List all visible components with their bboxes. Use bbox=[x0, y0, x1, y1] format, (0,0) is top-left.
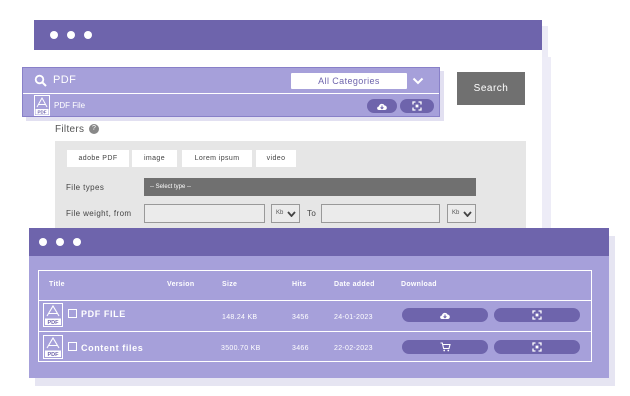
weight-to-input[interactable] bbox=[321, 204, 440, 223]
chevron-down-icon bbox=[463, 211, 472, 217]
row-hits: 3466 bbox=[292, 345, 309, 352]
search-panel: PDF All Categories PDF PDF File bbox=[22, 67, 440, 117]
filter-tag-image[interactable]: image bbox=[132, 150, 177, 167]
files-table: Title Version Size Hits Date added Downl… bbox=[38, 270, 592, 362]
weight-from-unit-select[interactable]: Kb bbox=[271, 204, 300, 223]
header-version: Version bbox=[167, 281, 195, 288]
cloud-download-icon bbox=[440, 312, 450, 319]
header-title: Title bbox=[49, 281, 65, 288]
weight-to-unit-select[interactable]: Kb bbox=[447, 204, 476, 223]
file-row: PDF PDF File bbox=[23, 95, 439, 118]
scan-icon bbox=[532, 342, 542, 352]
search-input[interactable]: PDF bbox=[53, 74, 76, 86]
window-dot[interactable] bbox=[73, 238, 81, 246]
header-download: Download bbox=[401, 281, 437, 288]
window-dot[interactable] bbox=[56, 238, 64, 246]
cloud-download-button[interactable] bbox=[367, 99, 397, 113]
weight-from-input[interactable] bbox=[144, 204, 265, 223]
header-size: Size bbox=[222, 281, 238, 288]
file-types-label: File types bbox=[66, 183, 105, 192]
row-title[interactable]: Content files bbox=[81, 343, 143, 353]
row-size: 148.24 KB bbox=[222, 314, 258, 321]
scan-button[interactable] bbox=[400, 99, 434, 113]
file-weight-to-label: To bbox=[307, 209, 317, 218]
row-date: 24-01-2023 bbox=[334, 314, 373, 321]
row-checkbox[interactable] bbox=[68, 309, 77, 318]
add-to-cart-button[interactable] bbox=[402, 340, 488, 354]
cart-icon bbox=[440, 342, 451, 352]
row-hits: 3456 bbox=[292, 314, 309, 321]
pdf-icon-text: PDF bbox=[38, 110, 47, 115]
back-window-titlebar bbox=[34, 20, 542, 50]
front-window: Title Version Size Hits Date added Downl… bbox=[29, 228, 609, 378]
window-dot[interactable] bbox=[67, 31, 75, 39]
chevron-down-icon bbox=[287, 211, 296, 217]
header-date-added: Date added bbox=[334, 281, 375, 288]
window-controls bbox=[50, 31, 92, 39]
category-select[interactable]: All Categories bbox=[291, 73, 407, 89]
window-dot[interactable] bbox=[39, 238, 47, 246]
row-divider bbox=[39, 331, 591, 332]
chevron-down-icon[interactable] bbox=[412, 75, 424, 87]
unit-label: Kb bbox=[452, 210, 460, 216]
search-button[interactable]: Search bbox=[457, 72, 525, 105]
file-type-select[interactable]: -- Select type -- bbox=[144, 178, 476, 196]
scan-icon bbox=[532, 310, 542, 320]
scan-icon bbox=[412, 101, 422, 111]
front-window-titlebar bbox=[29, 228, 609, 256]
file-weight-from-label: File weight, from bbox=[66, 209, 132, 218]
file-label: PDF File bbox=[54, 101, 86, 110]
row-date: 22-02-2023 bbox=[334, 345, 373, 352]
filters-title: Filters bbox=[55, 124, 85, 135]
row-title[interactable]: PDF FILE bbox=[81, 309, 126, 319]
search-icon bbox=[34, 74, 47, 87]
window-controls bbox=[39, 238, 81, 246]
row-divider bbox=[39, 300, 591, 301]
pdf-icon-text: PDF bbox=[48, 320, 60, 326]
pdf-file-icon: PDF bbox=[34, 95, 50, 116]
window-dot[interactable] bbox=[50, 31, 58, 39]
cloud-download-button[interactable] bbox=[402, 308, 488, 322]
row-checkbox[interactable] bbox=[68, 342, 77, 351]
filter-tag-adobe-pdf[interactable]: adobe PDF bbox=[67, 150, 129, 167]
row-size: 3500.70 KB bbox=[221, 345, 261, 352]
help-icon[interactable]: ? bbox=[89, 124, 99, 134]
filter-tag-lorem-ipsum[interactable]: Lorem ipsum bbox=[182, 150, 252, 167]
header-hits: Hits bbox=[292, 281, 307, 288]
unit-label: Kb bbox=[276, 210, 284, 216]
search-row: PDF All Categories bbox=[23, 68, 439, 94]
scan-button[interactable] bbox=[494, 340, 580, 354]
pdf-file-icon: PDF bbox=[43, 335, 63, 359]
window-dot[interactable] bbox=[84, 31, 92, 39]
cloud-download-icon bbox=[377, 103, 387, 110]
filter-tag-video[interactable]: video bbox=[256, 150, 296, 167]
back-window-shadow bbox=[542, 57, 551, 232]
scan-button[interactable] bbox=[494, 308, 580, 322]
filters-panel: adobe PDF image Lorem ipsum video File t… bbox=[55, 141, 526, 232]
pdf-file-icon: PDF bbox=[43, 303, 63, 327]
pdf-icon-text: PDF bbox=[48, 352, 60, 358]
